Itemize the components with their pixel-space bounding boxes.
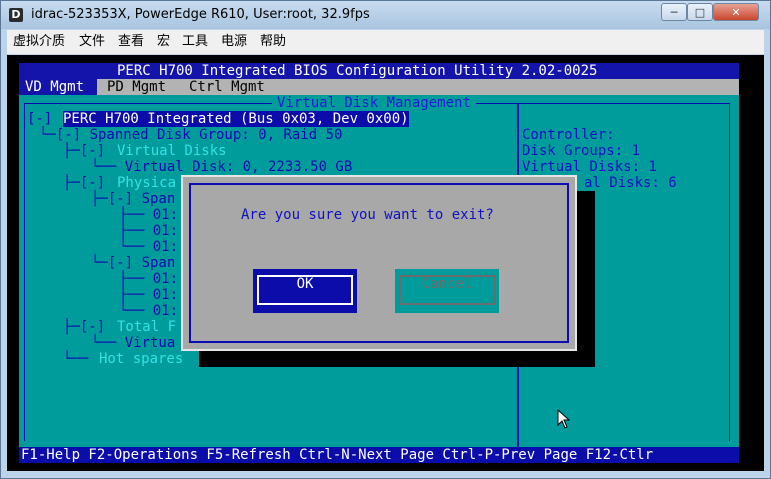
tree-total-label[interactable]: Total F	[117, 319, 176, 335]
tree-span2-disk[interactable]: ├── 01:	[119, 271, 178, 287]
tree-hot-spares-branch: └──	[63, 351, 89, 367]
idrac-app-icon: D	[9, 8, 23, 22]
bios-tab-bar: VD Mgmt PD Mgmt Ctrl Mgmt	[19, 79, 739, 95]
bios-console-screen[interactable]: PERC H700 Integrated BIOS Configuration …	[7, 55, 764, 471]
tree-span1-disk[interactable]: └── 01:	[119, 239, 178, 255]
info-controller-label: Controller:	[522, 127, 615, 143]
menu-macro[interactable]: 宏	[157, 33, 170, 51]
minimize-button[interactable]: ─	[661, 3, 687, 21]
tree-disk-group[interactable]: └─[-] Spanned Disk Group: 0, Raid 50	[39, 127, 342, 143]
menu-tools[interactable]: 工具	[182, 33, 208, 51]
tree-virtual-disk-0[interactable]: └── Virtual Disk: 0, 2233.50 GB	[91, 159, 352, 175]
tree-span-2[interactable]: └─[-] Span	[91, 255, 175, 271]
ok-button-label: OK	[296, 276, 314, 292]
tab-pd-mgmt[interactable]: PD Mgmt	[107, 79, 166, 95]
close-button[interactable]: ✕	[713, 3, 759, 21]
tree-physical-branch[interactable]: ├─[-]	[63, 175, 105, 191]
panel-title: Virtual Disk Management	[272, 95, 476, 111]
cancel-button[interactable]: Cancel	[395, 269, 499, 313]
bios-title-bar: PERC H700 Integrated BIOS Configuration …	[19, 63, 739, 79]
cancel-button-label: Cancel	[421, 276, 473, 292]
tab-vd-mgmt-label: VD Mgmt	[25, 79, 85, 95]
tree-root-toggle[interactable]: [-]	[27, 111, 52, 127]
tree-root-controller[interactable]: PERC H700 Integrated (Bus 0x03, Dev 0x00…	[63, 111, 409, 127]
tree-span2-disk[interactable]: ├── 01:	[119, 287, 178, 303]
info-physical-disks: al Disks: 6	[584, 175, 677, 191]
window-title: idrac-523353X, PowerEdge R610, User:root…	[31, 7, 370, 22]
remote-console-window: D idrac-523353X, PowerEdge R610, User:ro…	[0, 0, 771, 479]
info-virtual-disks: Virtual Disks: 1	[522, 159, 657, 175]
tree-virtual-disks-label[interactable]: Virtual Disks	[117, 143, 227, 159]
maximize-button[interactable]: □	[687, 3, 713, 21]
menu-help[interactable]: 帮助	[260, 33, 286, 51]
exit-confirm-dialog: Are you sure you want to exit? OK Cancel	[181, 175, 577, 351]
tree-virtual-line[interactable]: └── Virtua	[91, 335, 175, 351]
ok-button[interactable]: OK	[253, 269, 357, 313]
menu-file[interactable]: 文件	[79, 33, 105, 51]
tree-physical-label[interactable]: Physica	[117, 175, 176, 191]
mouse-pointer-icon	[557, 409, 571, 429]
window-titlebar[interactable]: D idrac-523353X, PowerEdge R610, User:ro…	[1, 1, 770, 29]
tab-ctrl-mgmt[interactable]: Ctrl Mgmt	[189, 79, 265, 95]
tree-total-branch[interactable]: ├─[-]	[63, 319, 105, 335]
tree-span-1[interactable]: ├─[-] Span	[91, 191, 175, 207]
menu-power[interactable]: 电源	[221, 33, 247, 51]
info-disk-groups: Disk Groups: 1	[522, 143, 641, 159]
menu-view[interactable]: 查看	[118, 33, 144, 51]
menu-bar: 虚拟介质 文件 查看 宏 工具 电源 帮助	[7, 30, 764, 54]
tree-span1-disk[interactable]: ├── 01:	[119, 223, 178, 239]
menu-virtual-media[interactable]: 虚拟介质	[13, 33, 65, 51]
tree-hot-spares-label[interactable]: Hot spares	[99, 351, 183, 367]
tree-vd-branch[interactable]: ├─[-]	[63, 143, 105, 159]
tree-span2-disk[interactable]: └── 01:	[119, 303, 178, 319]
tab-vd-mgmt[interactable]: VD Mgmt	[19, 79, 97, 95]
bios-title: PERC H700 Integrated BIOS Configuration …	[117, 63, 598, 79]
tree-span1-disk[interactable]: ├── 01:	[119, 207, 178, 223]
function-key-help: F1-Help F2-Operations F5-Refresh Ctrl-N-…	[21, 447, 654, 463]
function-key-bar: F1-Help F2-Operations F5-Refresh Ctrl-N-…	[19, 447, 739, 463]
dialog-message: Are you sure you want to exit?	[241, 207, 494, 223]
